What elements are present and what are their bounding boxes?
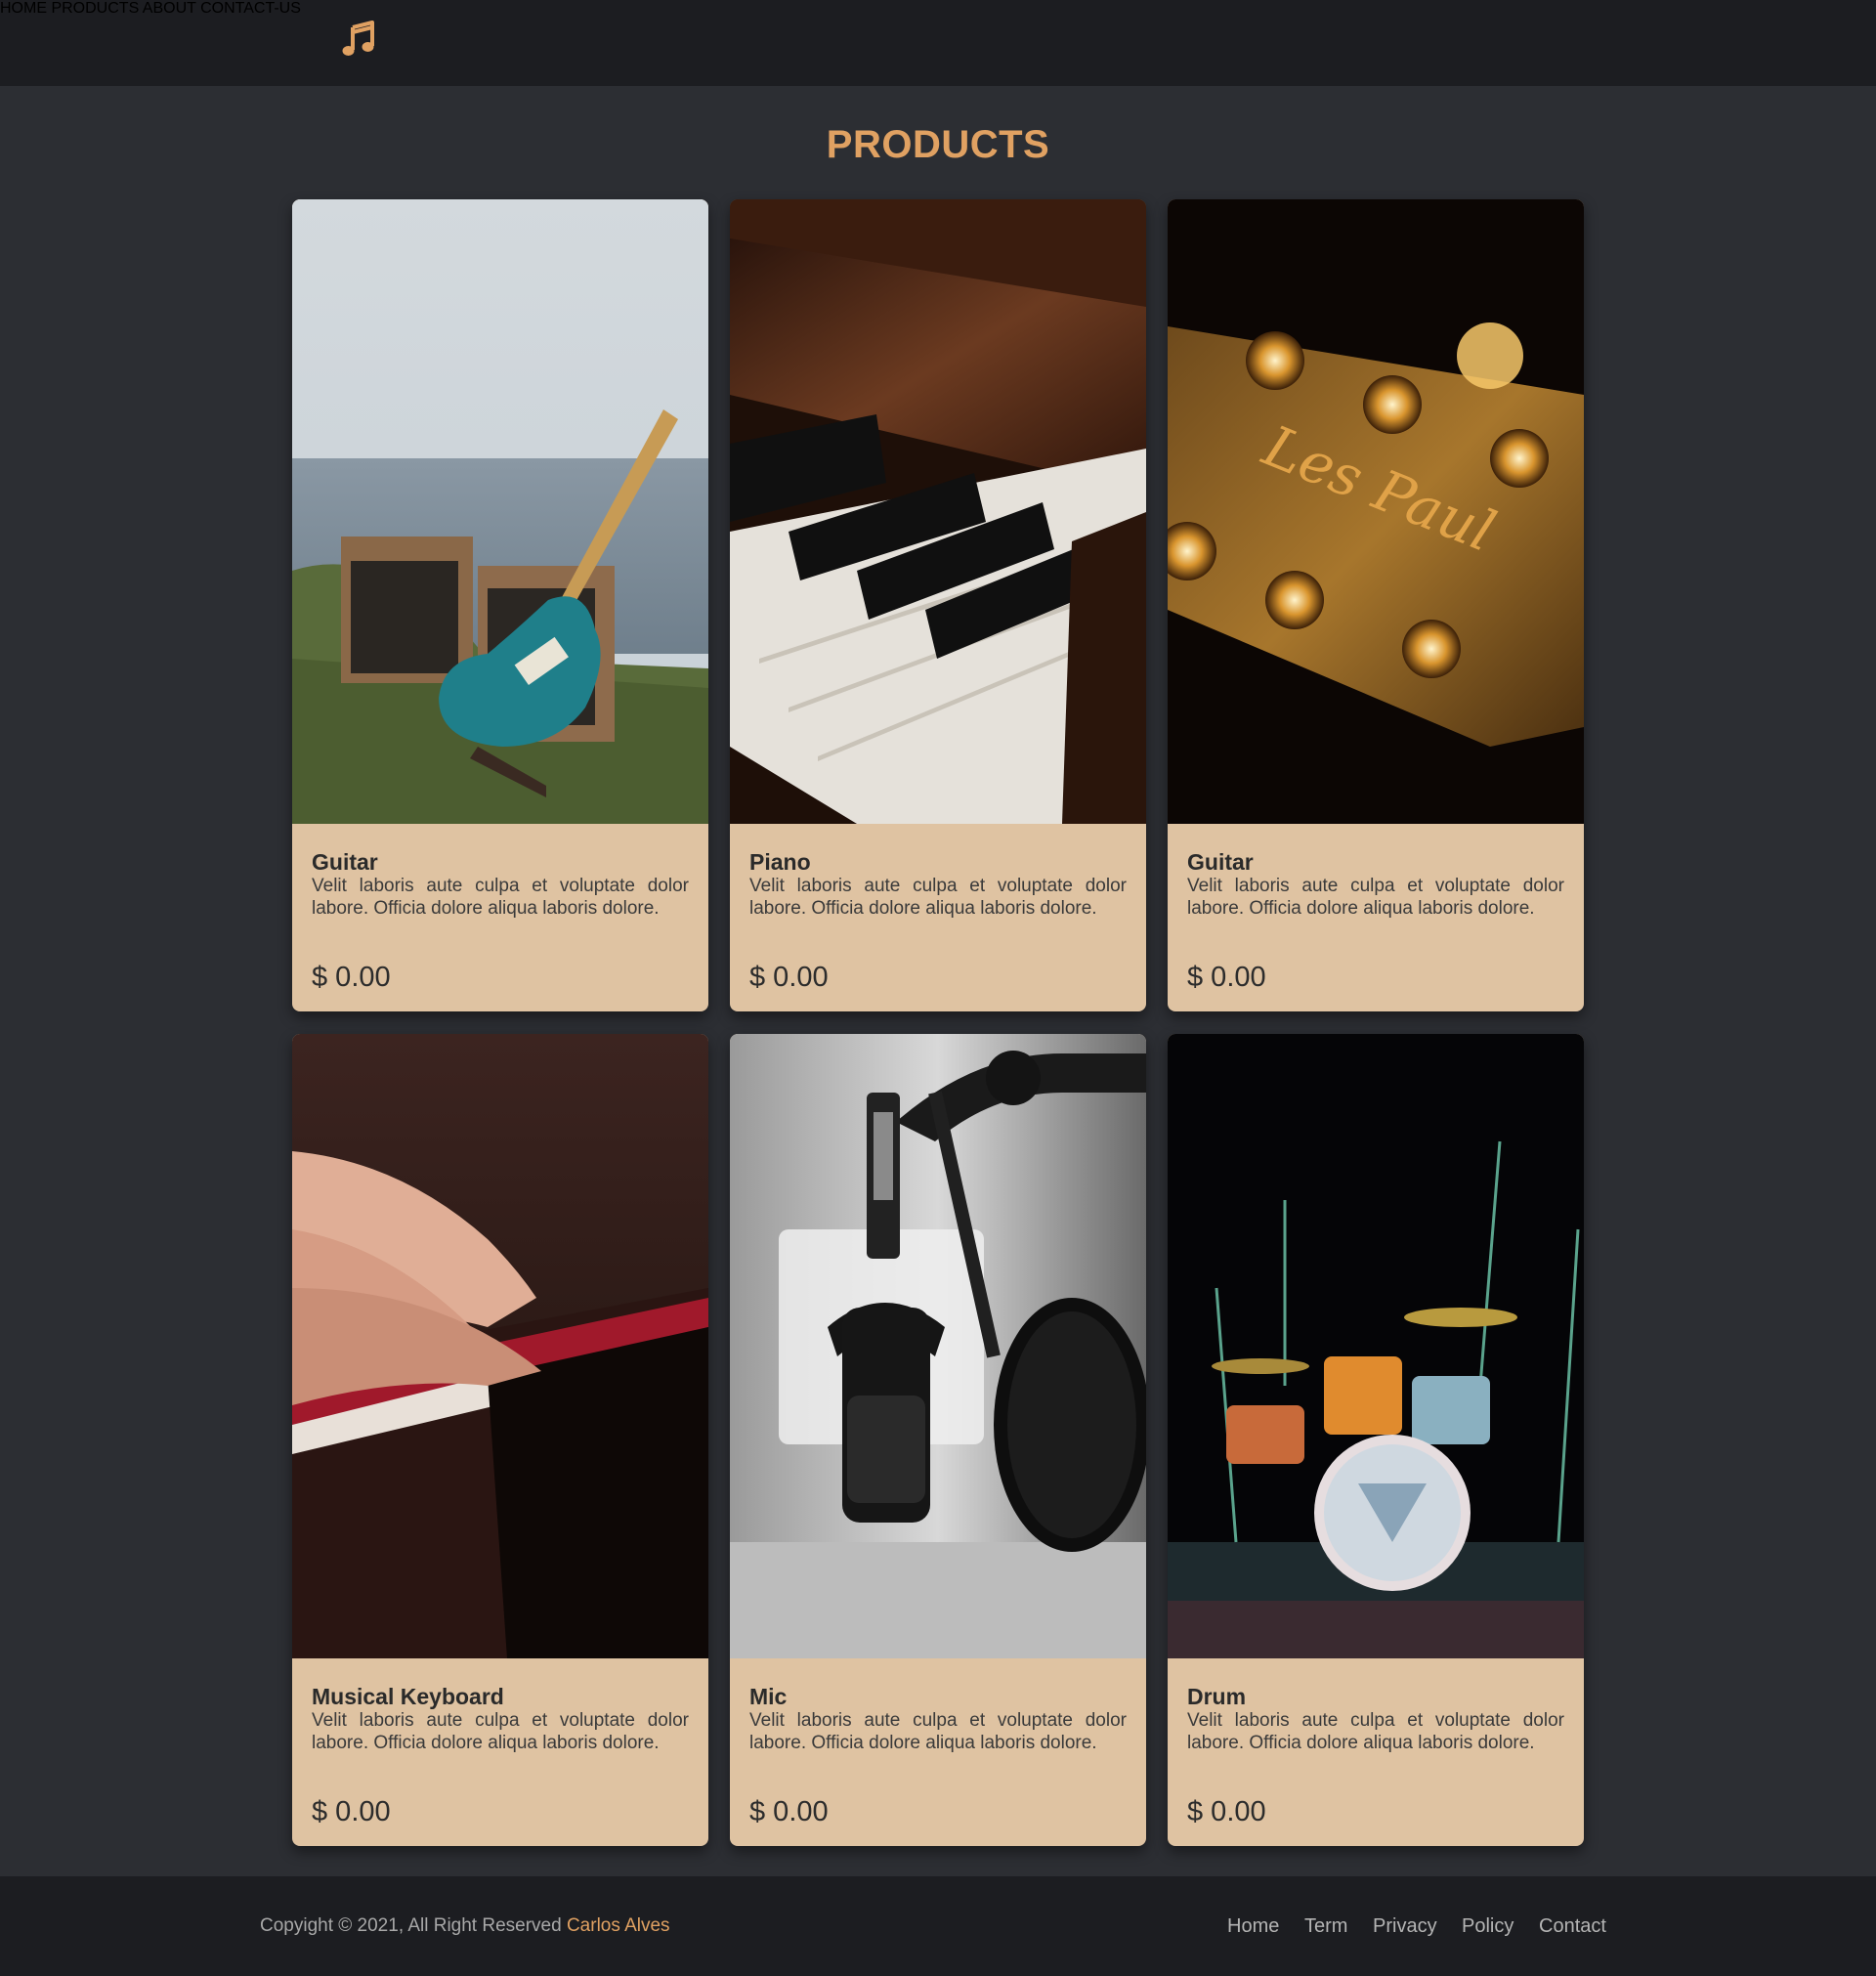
product-card[interactable]: Mic Velit laboris aute culpa et voluptat… — [730, 1034, 1146, 1846]
product-price: $ 0.00 — [1187, 1796, 1266, 1827]
product-card[interactable]: Drum Velit laboris aute culpa et volupta… — [1168, 1034, 1584, 1846]
product-name: Piano — [749, 849, 811, 875]
product-description: Velit laboris aute culpa et voluptate do… — [1187, 876, 1564, 919]
footer-link-home[interactable]: Home — [1227, 1915, 1279, 1938]
product-price: $ 0.00 — [749, 962, 829, 993]
product-description: Velit laboris aute culpa et voluptate do… — [1187, 1710, 1564, 1753]
product-name: Guitar — [312, 849, 378, 875]
nav-home[interactable]: HOME — [0, 0, 47, 17]
product-info: Guitar Velit laboris aute culpa et volup… — [292, 824, 708, 1011]
nav-contact-us[interactable]: CONTACT-US — [200, 0, 301, 17]
product-price: $ 0.00 — [749, 1796, 829, 1827]
copyright-label: Copyight © 2021, All Right Reserved — [260, 1915, 562, 1936]
product-description: Velit laboris aute culpa et voluptate do… — [749, 1710, 1127, 1753]
product-card[interactable]: Piano Velit laboris aute culpa et volupt… — [730, 199, 1146, 1011]
site-header: HOME PRODUCTS ABOUT CONTACT-US — [0, 0, 1876, 86]
nav-about[interactable]: ABOUT — [143, 0, 196, 17]
product-image — [730, 1034, 1146, 1658]
product-description: Velit laboris aute culpa et voluptate do… — [312, 1710, 689, 1753]
product-card[interactable]: Musical Keyboard Velit laboris aute culp… — [292, 1034, 708, 1846]
product-description: Velit laboris aute culpa et voluptate do… — [749, 876, 1127, 919]
product-info: Musical Keyboard Velit laboris aute culp… — [292, 1658, 708, 1846]
product-price: $ 0.00 — [312, 962, 391, 993]
product-name: Drum — [1187, 1684, 1247, 1709]
footer-link-contact[interactable]: Contact — [1539, 1915, 1606, 1938]
product-info: Drum Velit laboris aute culpa et volupta… — [1168, 1658, 1584, 1846]
page-title: PRODUCTS — [826, 123, 1050, 166]
author-link[interactable]: Carlos Alves — [567, 1915, 670, 1936]
product-description: Velit laboris aute culpa et voluptate do… — [312, 876, 689, 919]
product-image — [730, 199, 1146, 824]
product-price: $ 0.00 — [312, 1796, 391, 1827]
music-note-icon[interactable] — [339, 20, 378, 59]
product-card[interactable]: Guitar Velit laboris aute culpa et volup… — [292, 199, 708, 1011]
product-price: $ 0.00 — [1187, 962, 1266, 993]
product-image: Les Paul — [1168, 199, 1584, 824]
footer-link-policy[interactable]: Policy — [1462, 1915, 1514, 1938]
copyright-text: Copyight © 2021, All Right Reserved Carl… — [260, 1915, 670, 1937]
product-image — [292, 199, 708, 824]
product-name: Mic — [749, 1684, 788, 1709]
product-info: Guitar Velit laboris aute culpa et volup… — [1168, 824, 1584, 1011]
product-info: Piano Velit laboris aute culpa et volupt… — [730, 824, 1146, 1011]
nav-products[interactable]: PRODUCTS — [51, 0, 139, 17]
site-footer: Copyight © 2021, All Right Reserved Carl… — [0, 1876, 1876, 1976]
product-name: Guitar — [1187, 849, 1254, 875]
product-name: Musical Keyboard — [312, 1684, 504, 1709]
footer-link-privacy[interactable]: Privacy — [1373, 1915, 1437, 1938]
product-info: Mic Velit laboris aute culpa et voluptat… — [730, 1658, 1146, 1846]
product-image — [292, 1034, 708, 1658]
product-image — [1168, 1034, 1584, 1658]
product-card[interactable]: Les Paul Guitar Velit laboris aute culpa… — [1168, 199, 1584, 1011]
footer-link-term[interactable]: Term — [1304, 1915, 1347, 1938]
